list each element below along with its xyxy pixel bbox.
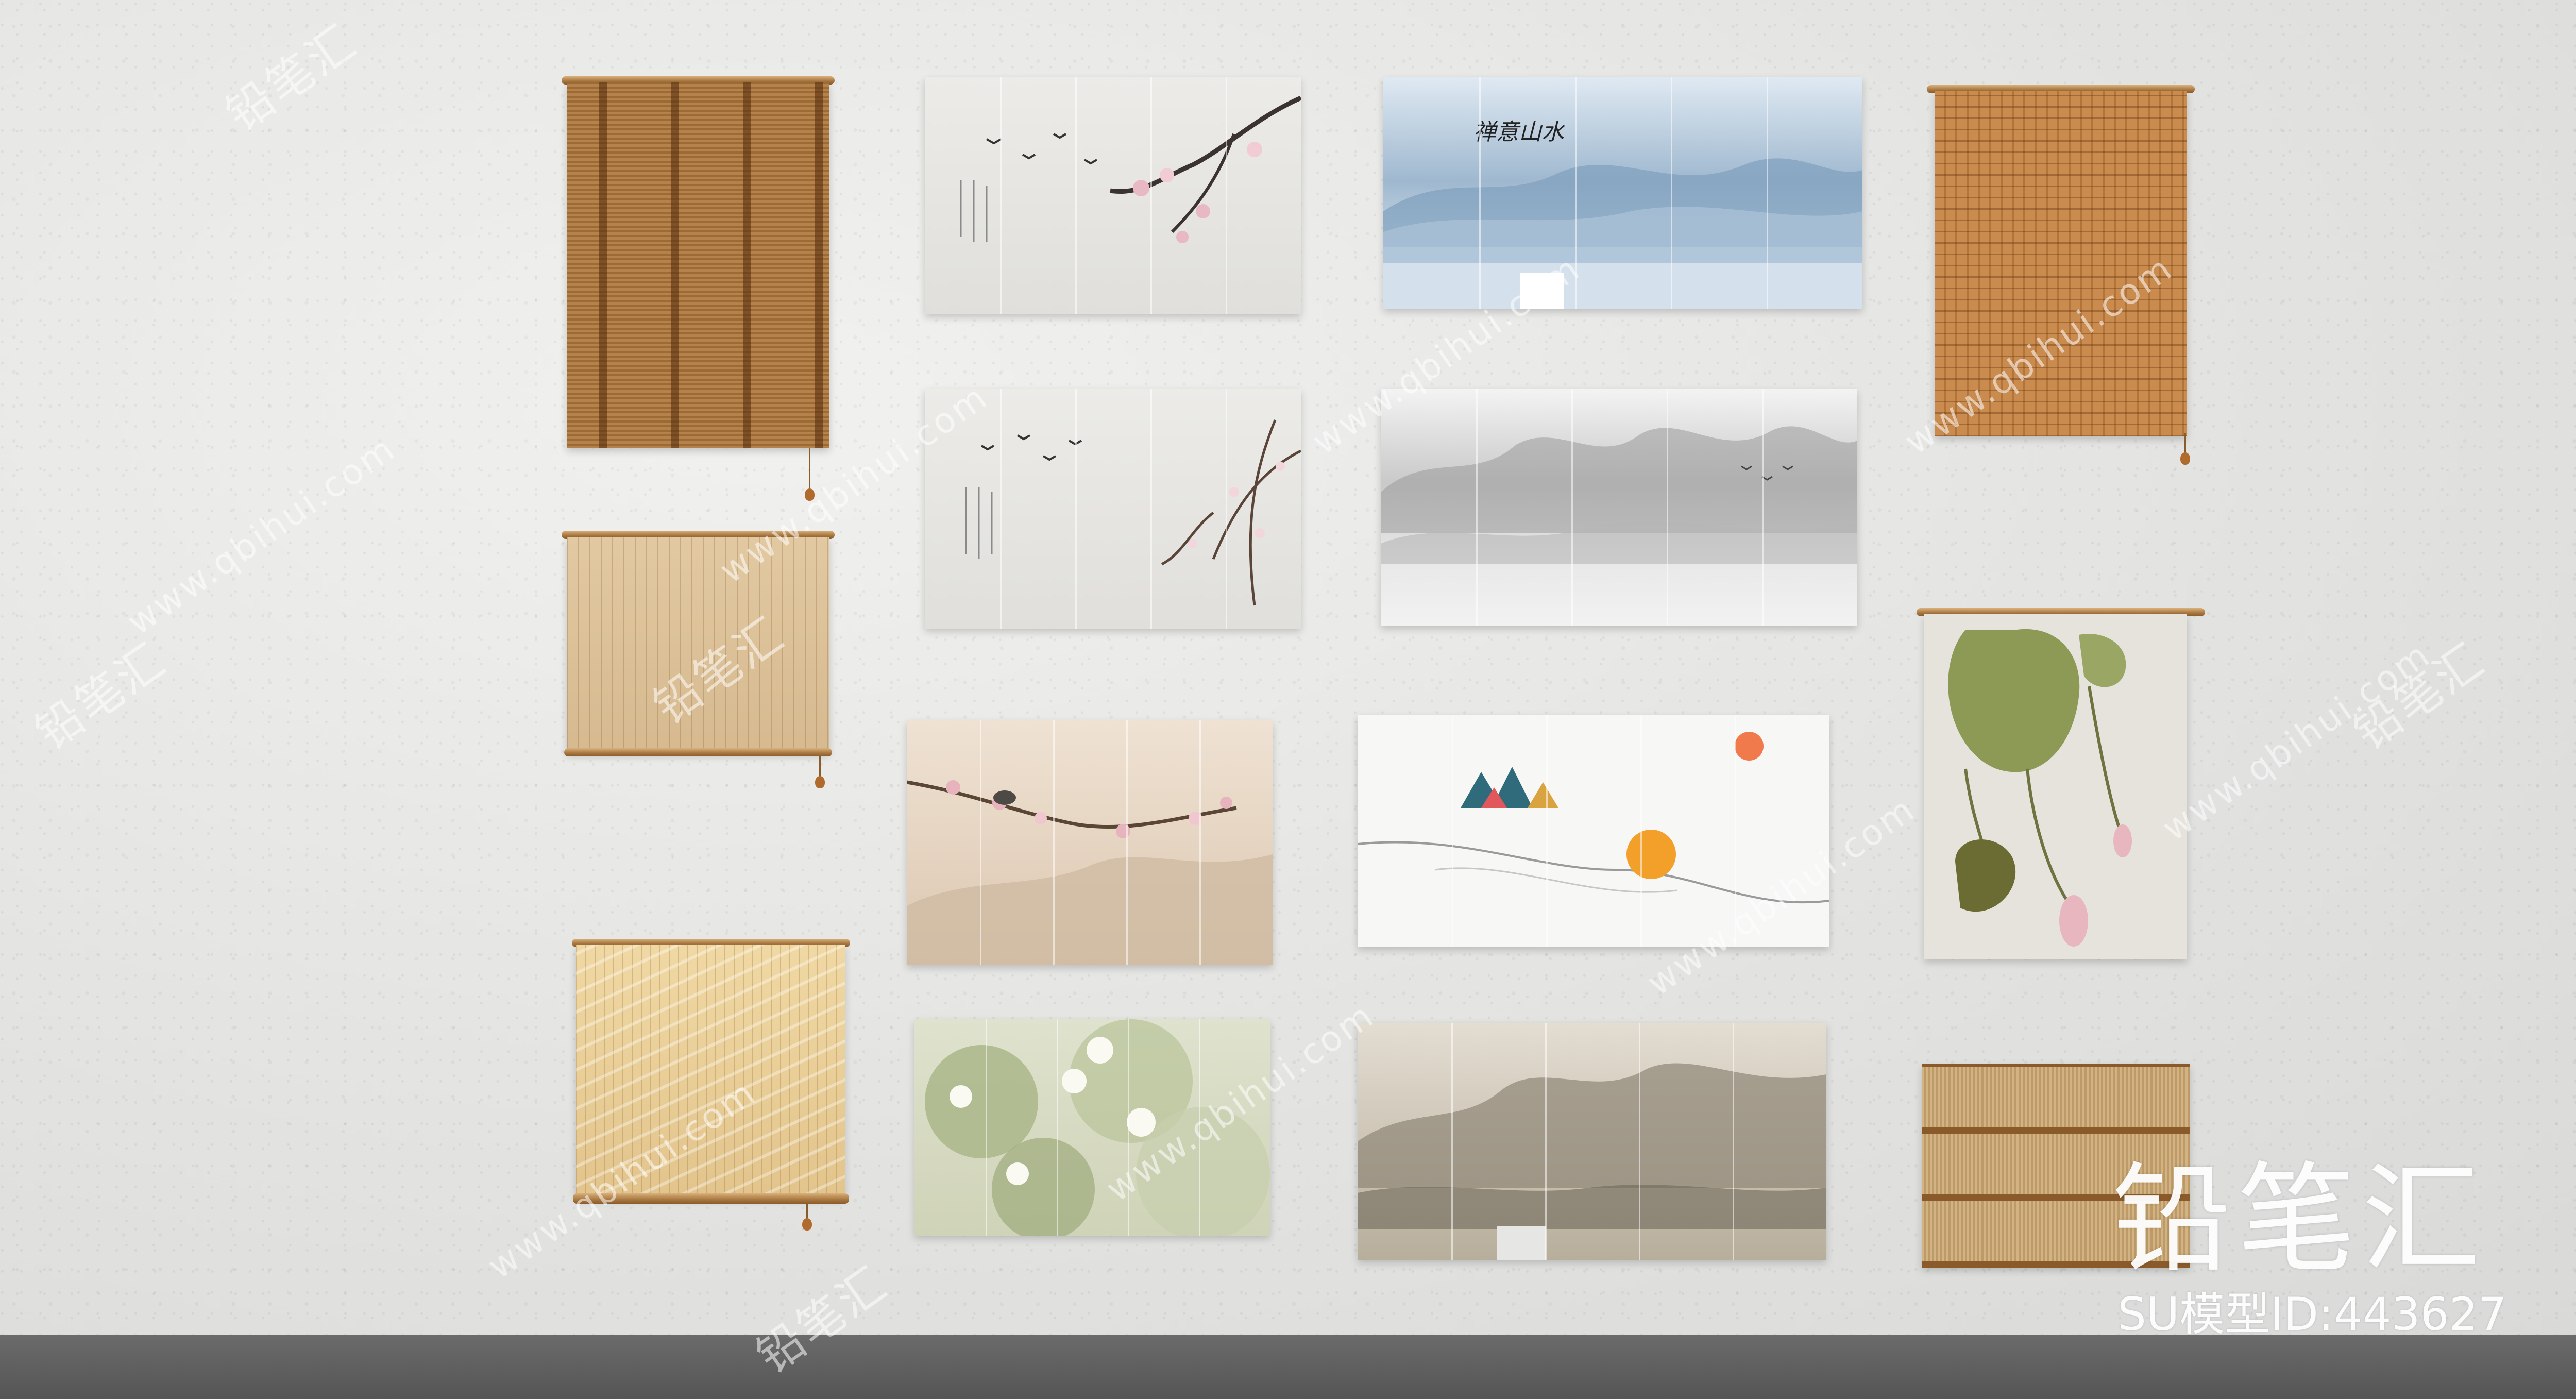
brand-logo: 铅笔汇 bbox=[2112, 1151, 2487, 1289]
bamboo-roller-blind-straw[interactable] bbox=[576, 945, 845, 1198]
plum-branch-art bbox=[965, 419, 1301, 606]
pull-cord bbox=[815, 756, 825, 788]
bottom-rail bbox=[564, 748, 832, 756]
lotus-art bbox=[925, 1019, 1270, 1236]
lotus-leaf-curtain[interactable] bbox=[1924, 614, 2187, 959]
pull-cord bbox=[802, 1204, 812, 1231]
traditional-landscape-curtain[interactable] bbox=[1358, 1023, 1826, 1260]
pull-cord bbox=[805, 448, 815, 501]
pull-cord bbox=[2180, 433, 2190, 465]
bamboo-roller-blind-light[interactable] bbox=[567, 537, 829, 753]
calligraphy-text: 禅意山水 bbox=[1473, 119, 1564, 145]
modern-landscape-deer-curtain[interactable] bbox=[1358, 715, 1829, 947]
plum-blossom-birds-curtain[interactable] bbox=[925, 389, 1301, 629]
peach-blossom-art bbox=[907, 780, 1273, 965]
misty-mountain-lake-curtain[interactable]: 禅意山水 bbox=[1383, 77, 1862, 309]
modern-landscape-art bbox=[1358, 732, 1829, 904]
white-lotus-curtain[interactable] bbox=[914, 1019, 1270, 1236]
lotus-leaf-art bbox=[1948, 629, 2132, 947]
model-id-label: SU模型ID:443627 bbox=[2117, 1288, 2507, 1341]
peach-blossom-bird-curtain[interactable] bbox=[907, 720, 1273, 965]
magnolia-branch-art bbox=[960, 95, 1301, 243]
ink-mountain-curtain[interactable] bbox=[1381, 389, 1857, 626]
magnolia-birds-curtain[interactable] bbox=[925, 77, 1301, 314]
bamboo-roman-blind-dark[interactable] bbox=[567, 82, 829, 448]
mountain-art bbox=[1383, 158, 1862, 309]
bamboo-roller-blind-wicker[interactable] bbox=[1935, 91, 2187, 436]
bottom-rail bbox=[573, 1193, 849, 1204]
floor-strip bbox=[0, 1335, 2576, 1399]
ink-mountain-art bbox=[1381, 426, 1857, 564]
traditional-landscape-art bbox=[1358, 1063, 1826, 1260]
